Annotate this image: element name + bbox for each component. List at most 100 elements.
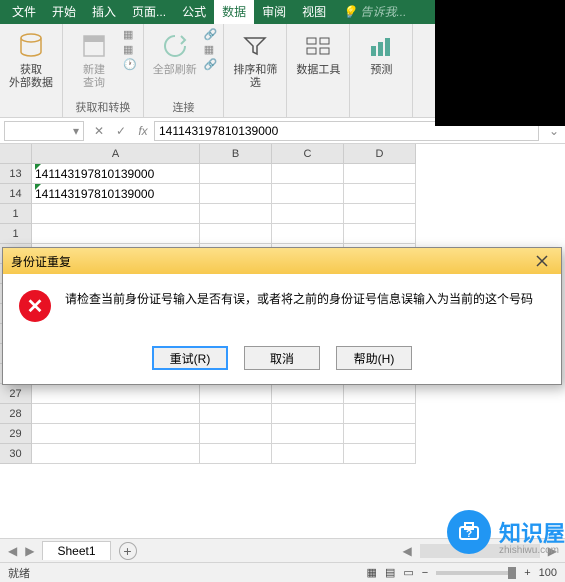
new-query-button[interactable]: 新建 查询 (69, 28, 119, 92)
zoom-slider[interactable] (436, 571, 516, 575)
sheet-nav-next[interactable]: ▶ (25, 544, 34, 558)
col-header[interactable]: B (200, 144, 272, 164)
cell[interactable] (344, 384, 416, 404)
dialog-message: 请检查当前身份证号输入是否有误，或者将之前的身份证号信息误输入为当前的这个号码 (65, 290, 533, 308)
dialog-close-button[interactable] (531, 252, 553, 270)
recent-sources-button[interactable]: 🕐 (123, 58, 137, 71)
from-table-button[interactable]: ▦ (123, 43, 137, 56)
cell[interactable] (200, 224, 272, 244)
cell[interactable] (200, 384, 272, 404)
col-header[interactable]: A (32, 144, 200, 164)
cell[interactable] (272, 224, 344, 244)
refresh-all-button[interactable]: 全部刷新 (150, 28, 200, 79)
zoom-in-button[interactable]: + (524, 567, 530, 579)
refresh-icon (159, 30, 191, 62)
view-page-icon[interactable]: ▤ (385, 566, 395, 579)
watermark-text: 知识屋 (499, 516, 565, 548)
row-header[interactable]: 28 (0, 404, 32, 424)
data-tools-button[interactable]: 数据工具 (293, 28, 343, 79)
scroll-left[interactable]: ◀ (403, 544, 412, 558)
edit-links-button[interactable]: 🔗 (204, 58, 218, 71)
cell[interactable] (272, 204, 344, 224)
cell[interactable] (272, 384, 344, 404)
watermark-url: zhishiwu.com (499, 545, 559, 556)
col-header[interactable]: D (344, 144, 416, 164)
cell[interactable] (344, 424, 416, 444)
cell[interactable] (272, 404, 344, 424)
cell[interactable] (344, 404, 416, 424)
menu-review[interactable]: 审阅 (254, 0, 294, 24)
sheet-tab[interactable]: Sheet1 (42, 541, 110, 560)
database-icon (15, 30, 47, 62)
help-button[interactable]: 帮助(H) (336, 346, 412, 370)
view-break-icon[interactable]: ▭ (403, 566, 413, 579)
cell[interactable] (272, 184, 344, 204)
connections-button[interactable]: 🔗 (204, 28, 218, 41)
row-header[interactable]: 30 (0, 444, 32, 464)
confirm-formula-icon[interactable]: ✓ (110, 120, 132, 142)
view-normal-icon[interactable]: ▦ (367, 566, 377, 579)
cell[interactable] (272, 444, 344, 464)
zoom-level[interactable]: 100 (539, 567, 557, 579)
row-header[interactable]: 1 (0, 204, 32, 224)
menu-formulas[interactable]: 公式 (174, 0, 214, 24)
cell[interactable] (32, 204, 200, 224)
cancel-button[interactable]: 取消 (244, 346, 320, 370)
add-sheet-button[interactable]: + (119, 542, 137, 560)
show-queries-button[interactable]: ▦ (123, 28, 137, 41)
name-box[interactable]: ▾ (4, 121, 84, 141)
cell[interactable]: 141143197810139000 (32, 164, 200, 184)
cell[interactable] (272, 164, 344, 184)
cell[interactable] (200, 404, 272, 424)
cell[interactable] (344, 204, 416, 224)
sort-filter-button[interactable]: 排序和筛选 (230, 28, 280, 92)
sheet-nav-prev[interactable]: ◀ (8, 544, 17, 558)
cell[interactable] (344, 224, 416, 244)
menu-data[interactable]: 数据 (214, 0, 254, 24)
group-label: 获取和转换 (75, 97, 130, 115)
cell[interactable] (32, 384, 200, 404)
cell[interactable] (200, 184, 272, 204)
cell[interactable] (32, 404, 200, 424)
zoom-out-button[interactable]: − (422, 567, 428, 579)
menu-view[interactable]: 视图 (294, 0, 334, 24)
row-header[interactable]: 29 (0, 424, 32, 444)
cell[interactable] (344, 444, 416, 464)
filter-icon (239, 30, 271, 62)
menu-home[interactable]: 开始 (44, 0, 84, 24)
cancel-formula-icon[interactable]: ✕ (88, 120, 110, 142)
fx-icon[interactable]: fx (132, 120, 154, 142)
properties-button[interactable]: ▦ (204, 43, 218, 56)
menu-insert[interactable]: 插入 (84, 0, 124, 24)
cell[interactable] (344, 184, 416, 204)
col-header[interactable]: C (272, 144, 344, 164)
menu-file[interactable]: 文件 (4, 0, 44, 24)
select-all[interactable] (0, 144, 32, 164)
row-header[interactable]: 13 (0, 164, 32, 184)
row-header[interactable]: 27 (0, 384, 32, 404)
cell[interactable] (32, 224, 200, 244)
cell[interactable] (200, 444, 272, 464)
data-tools-icon (302, 30, 334, 62)
cell[interactable] (344, 164, 416, 184)
row-header[interactable]: 14 (0, 184, 32, 204)
watermark: ? 知识屋 zhishiwu.com (447, 510, 565, 554)
cell[interactable]: 141143197810139000 (32, 184, 200, 204)
cell[interactable] (272, 424, 344, 444)
cell[interactable] (200, 164, 272, 184)
row-header[interactable]: 1 (0, 224, 32, 244)
black-region (435, 0, 565, 126)
menu-pagelayout[interactable]: 页面... (124, 0, 174, 24)
dialog-titlebar[interactable]: 身份证重复 (3, 248, 561, 274)
forecast-button[interactable]: 预测 (356, 28, 406, 79)
retry-button[interactable]: 重试(R) (152, 346, 228, 370)
svg-text:?: ? (466, 529, 472, 540)
error-dialog: 身份证重复 ✕ 请检查当前身份证号输入是否有误，或者将之前的身份证号信息误输入为… (2, 247, 562, 385)
cell[interactable] (32, 444, 200, 464)
cell[interactable] (32, 424, 200, 444)
cell[interactable] (200, 204, 272, 224)
tell-me[interactable]: 💡 告诉我... (334, 0, 414, 24)
cell[interactable] (200, 424, 272, 444)
chevron-down-icon[interactable]: ▾ (73, 124, 79, 138)
get-external-data-button[interactable]: 获取 外部数据 (6, 28, 56, 92)
